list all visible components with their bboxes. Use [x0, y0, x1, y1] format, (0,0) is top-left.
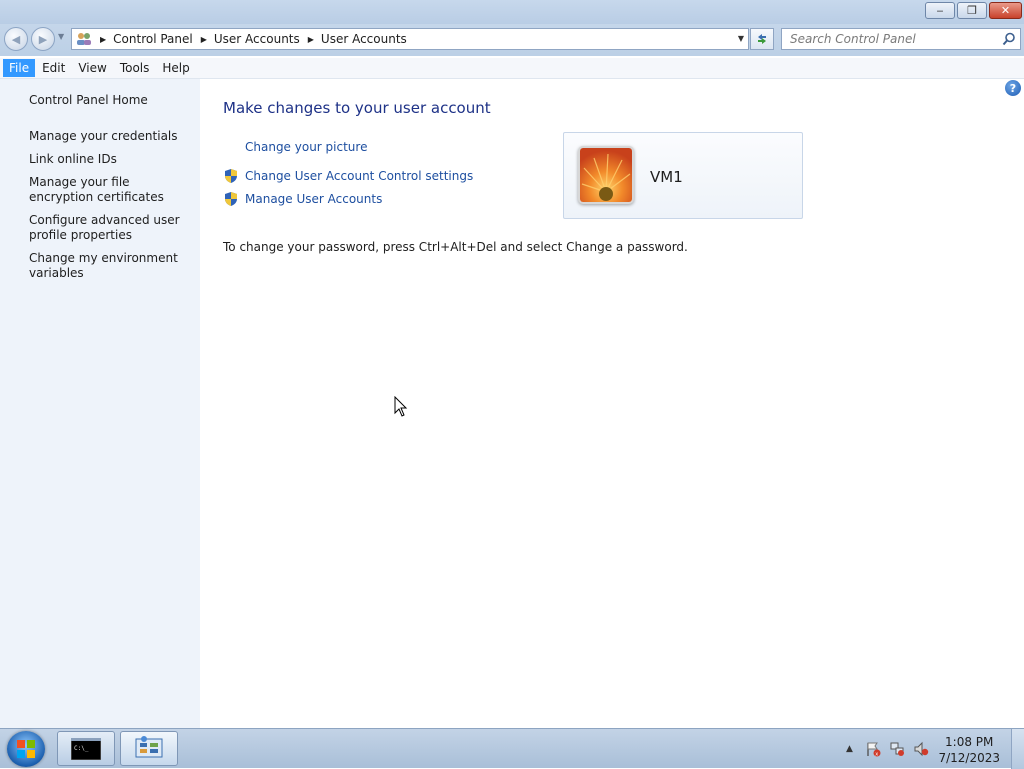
minimize-button[interactable]: ‒	[925, 2, 955, 19]
sidebar-manage-credentials[interactable]: Manage your credentials	[29, 129, 194, 144]
user-account-tile: VM1	[563, 132, 803, 219]
forward-button[interactable]: ▶	[31, 27, 55, 51]
start-button[interactable]	[7, 731, 45, 767]
show-desktop-button[interactable]	[1011, 729, 1024, 769]
close-button[interactable]: ✕	[989, 2, 1022, 19]
address-bar[interactable]: ▶ Control Panel ▶ User Accounts ▶ User A…	[71, 28, 749, 50]
user-picture[interactable]	[578, 146, 634, 204]
menu-tools[interactable]: Tools	[114, 59, 156, 77]
command-prompt-icon: C:\_	[71, 737, 101, 760]
system-clock[interactable]: 1:08 PM 7/12/2023	[938, 734, 1000, 766]
navigation-bar: ◀ ▶ ▼ ▶ Control Panel ▶ User Accounts ▶ …	[0, 24, 1024, 56]
sidebar-link-online-ids[interactable]: Link online IDs	[29, 152, 194, 167]
network-icon[interactable]	[889, 741, 905, 757]
control-panel-icon	[76, 32, 92, 46]
search-box[interactable]	[781, 28, 1021, 50]
uac-settings-link[interactable]: Change User Account Control settings	[245, 169, 473, 183]
menu-bar: File Edit View Tools Help	[0, 58, 1024, 79]
recent-pages-dropdown-icon[interactable]: ▼	[58, 32, 64, 41]
shield-icon	[223, 191, 239, 207]
search-input[interactable]	[788, 31, 997, 47]
manage-user-accounts-link[interactable]: Manage User Accounts	[245, 192, 382, 206]
help-icon[interactable]: ?	[1005, 80, 1021, 96]
user-name: VM1	[650, 168, 683, 186]
volume-muted-icon[interactable]	[913, 741, 929, 757]
taskbar-control-panel[interactable]	[120, 731, 178, 766]
breadcrumb-separator-icon[interactable]: ▶	[100, 35, 106, 44]
address-dropdown-icon[interactable]: ▼	[738, 34, 744, 43]
svg-text:x: x	[875, 751, 878, 757]
taskbar-command-prompt[interactable]: C:\_	[57, 731, 115, 766]
window-controls: ‒ ❐ ✕	[923, 2, 1022, 19]
breadcrumb-separator-icon[interactable]: ▶	[308, 35, 314, 44]
breadcrumb-user-accounts[interactable]: User Accounts	[214, 32, 300, 46]
windows-logo-icon	[17, 740, 35, 758]
breadcrumb-separator-icon[interactable]: ▶	[201, 35, 207, 44]
breadcrumb-user-accounts-current[interactable]: User Accounts	[321, 32, 407, 46]
notification-area: ▲ x	[844, 729, 929, 769]
action-center-flag-icon[interactable]: x	[865, 741, 881, 757]
menu-file[interactable]: File	[3, 59, 36, 77]
control-panel-icon	[135, 735, 163, 757]
restore-button[interactable]: ❐	[957, 2, 987, 19]
show-hidden-icons-icon[interactable]: ▲	[846, 744, 853, 754]
search-icon[interactable]	[1002, 32, 1016, 49]
task-pane: Control Panel Home Manage your credentia…	[0, 79, 200, 728]
page-title: Make changes to your user account	[223, 99, 491, 117]
menu-help[interactable]: Help	[156, 59, 195, 77]
refresh-button[interactable]	[750, 28, 774, 50]
refresh-icon	[758, 34, 766, 44]
shield-icon	[223, 168, 239, 184]
clock-date: 7/12/2023	[938, 751, 1000, 765]
taskbar: C:\_ ▲ x 1:08 PM 7/12/2023	[0, 728, 1024, 769]
sidebar-environment-variables[interactable]: Change my environment variables	[29, 251, 194, 281]
menu-view[interactable]: View	[72, 59, 112, 77]
forward-arrow-icon: ▶	[38, 32, 48, 46]
window-title-bar[interactable]: ‒ ❐ ✕	[0, 0, 1024, 24]
sidebar-control-panel-home[interactable]: Control Panel Home	[29, 93, 194, 108]
change-picture-link[interactable]: Change your picture	[245, 140, 367, 154]
sidebar-advanced-profile-properties[interactable]: Configure advanced user profile properti…	[29, 213, 194, 243]
sidebar-file-encryption-certificates[interactable]: Manage your file encryption certificates	[29, 175, 194, 205]
clock-time: 1:08 PM	[945, 735, 994, 749]
breadcrumb-control-panel[interactable]: Control Panel	[113, 32, 193, 46]
svg-text:C:\_: C:\_	[74, 745, 89, 752]
menu-edit[interactable]: Edit	[36, 59, 71, 77]
password-instructions: To change your password, press Ctrl+Alt+…	[223, 240, 688, 254]
back-arrow-icon: ◀	[11, 32, 21, 46]
mouse-cursor-icon	[394, 396, 408, 417]
back-button[interactable]: ◀	[4, 27, 28, 51]
